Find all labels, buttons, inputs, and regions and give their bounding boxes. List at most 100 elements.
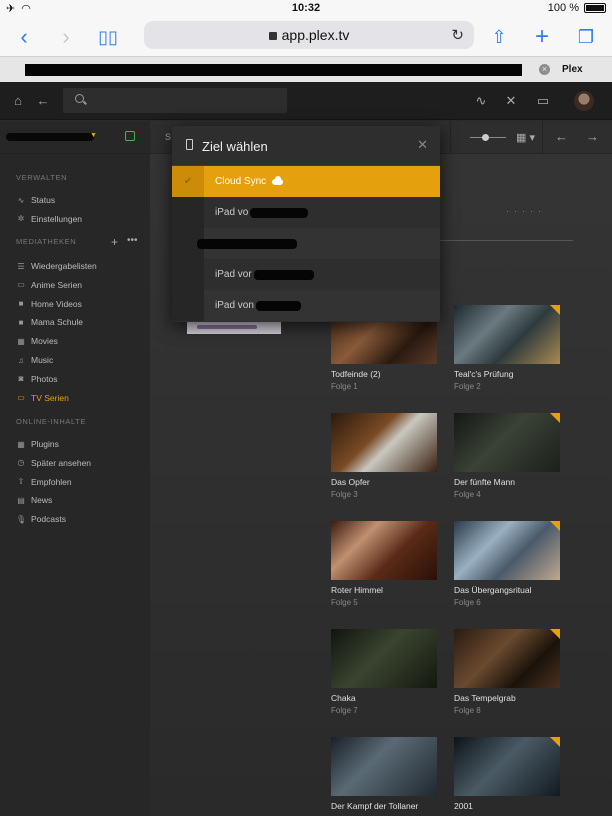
chevron-down-icon: ▼	[90, 132, 97, 139]
episode-title[interactable]: Das Tempelgrab	[454, 693, 560, 703]
episode-thumbnail[interactable]	[454, 521, 560, 580]
redacted-tab[interactable]	[25, 64, 522, 76]
sidebar-item[interactable]: ▦ Movies	[16, 334, 58, 348]
sidebar-item[interactable]: ☰ Wiedergabelisten	[16, 259, 96, 273]
activity-icon[interactable]: ∿	[473, 93, 489, 109]
episode-thumbnail[interactable]	[331, 521, 437, 580]
target-option[interactable]: iPad vo	[172, 197, 440, 228]
episode-title[interactable]: Roter Himmel	[331, 585, 437, 595]
secure-lock-icon	[125, 131, 135, 141]
episode-title[interactable]: Todfeinde (2)	[331, 369, 437, 379]
sidebar-item[interactable]: ⇧ Empfohlen	[16, 475, 72, 489]
season-poster[interactable]	[187, 321, 281, 334]
episode-card[interactable]: Das Tempelgrab Folge 8	[454, 629, 560, 715]
sidebar-item[interactable]: ■ Mama Schule	[16, 315, 83, 329]
cast-icon[interactable]: ▭	[535, 93, 551, 109]
bookmarks-icon[interactable]: ▯▯	[95, 22, 121, 52]
dialog-title: Ziel wählen	[202, 139, 268, 154]
redacted-device-name	[197, 238, 297, 249]
target-option[interactable]: ✔ Cloud Sync	[172, 166, 440, 197]
episode-number: Folge 6	[454, 598, 481, 607]
more-icon[interactable]: •••	[127, 235, 138, 246]
episode-card[interactable]: Der fünfte Mann Folge 4	[454, 413, 560, 499]
music-icon: ♫	[18, 355, 24, 365]
episode-thumbnail[interactable]	[454, 737, 560, 796]
episode-title[interactable]: Chaka	[331, 693, 437, 703]
address-bar[interactable]: app.plex.tv ↻	[144, 21, 474, 49]
reload-icon[interactable]: ↻	[451, 26, 464, 44]
avatar[interactable]	[574, 91, 594, 111]
zoom-slider[interactable]	[470, 134, 506, 141]
share-icon[interactable]: ⇧	[488, 22, 510, 52]
sidebar-item[interactable]: ▭ TV Serien	[16, 391, 69, 405]
server-selector[interactable]: ▼	[0, 121, 150, 154]
unwatched-badge	[550, 413, 560, 423]
target-option[interactable]	[172, 228, 440, 259]
check-icon: ✔	[172, 166, 204, 197]
episode-thumbnail[interactable]	[331, 413, 437, 472]
add-library-icon[interactable]: +	[111, 235, 118, 249]
tabs-icon[interactable]: ❐	[575, 22, 597, 52]
sidebar-item[interactable]: ♫ Music	[16, 353, 53, 367]
next-arrow-icon[interactable]: →	[586, 129, 599, 144]
episode-title[interactable]: Der fünfte Mann	[454, 477, 560, 487]
episode-title[interactable]: Teal'c's Prüfung	[454, 369, 560, 379]
sidebar-item-label: Plugins	[31, 439, 59, 449]
episode-card[interactable]: Chaka Folge 7	[331, 629, 437, 715]
episode-title[interactable]: Der Kampf der Tollaner	[331, 801, 437, 811]
episode-card[interactable]: Teal'c's Prüfung Folge 2	[454, 305, 560, 391]
newspaper-icon: ▤	[17, 495, 25, 505]
tv-icon: ▭	[17, 393, 25, 403]
target-option[interactable]: iPad vor	[172, 259, 440, 290]
list-icon: ☰	[17, 261, 25, 271]
close-icon[interactable]: ✕	[417, 137, 428, 153]
back-icon[interactable]: ‹	[14, 22, 34, 52]
episode-card[interactable]: Das Opfer Folge 3	[331, 413, 437, 499]
target-option[interactable]: iPad von	[172, 290, 440, 321]
episode-card[interactable]: 2001	[454, 737, 560, 814]
close-tab-icon[interactable]: ×	[539, 64, 550, 75]
sidebar-item-label: Movies	[31, 336, 58, 347]
episode-number: Folge 8	[454, 706, 481, 715]
back-arrow-icon[interactable]: ←	[35, 93, 51, 109]
sidebar-item-label: Empfohlen	[31, 476, 72, 487]
sidebar-item[interactable]: ▭ Anime Serien	[16, 278, 82, 292]
episode-title[interactable]: Das Übergangsritual	[454, 585, 560, 595]
sidebar-item[interactable]: 🎙 Podcasts	[16, 512, 66, 526]
redacted-device-name	[255, 300, 301, 311]
target-option-label: Cloud Sync	[215, 176, 267, 187]
film-icon: ▦	[17, 336, 25, 346]
sidebar-item[interactable]: ▤ News	[16, 493, 52, 507]
share-icon: ⇧	[17, 477, 25, 487]
sidebar-item[interactable]: ✲ Einstellungen	[16, 212, 82, 226]
episode-card[interactable]: Der Kampf der Tollaner	[331, 737, 437, 814]
search-icon	[75, 94, 84, 103]
tab-plex[interactable]: Plex	[562, 64, 583, 75]
sidebar-item[interactable]: ▦ Plugins	[16, 437, 59, 451]
episode-thumbnail[interactable]	[331, 629, 437, 688]
monitor-icon: ▭	[17, 280, 25, 290]
sidebar-item[interactable]: ■ Home Videos	[16, 297, 82, 311]
episode-thumbnail[interactable]	[454, 413, 560, 472]
prev-arrow-icon[interactable]: ←	[555, 129, 568, 144]
camera-icon: ■	[18, 317, 24, 327]
episode-thumbnail[interactable]	[454, 305, 560, 364]
episode-title[interactable]: Das Opfer	[331, 477, 437, 487]
search-input[interactable]	[63, 88, 287, 113]
sidebar-item[interactable]: ∿ Status	[16, 193, 55, 207]
sidebar-item[interactable]: ◷ Später ansehen	[16, 456, 92, 470]
settings-tools-icon[interactable]: ✕	[503, 93, 519, 109]
redacted-server-name	[6, 133, 94, 141]
forward-icon[interactable]: ›	[56, 22, 76, 52]
home-icon[interactable]: ⌂	[10, 93, 26, 109]
episode-thumbnail[interactable]	[331, 737, 437, 796]
grid-view-icon[interactable]: ▦ ▾	[516, 131, 535, 144]
episode-thumbnail[interactable]	[454, 629, 560, 688]
sidebar-section-title: ONLINE-INHALTE	[16, 417, 86, 426]
episode-card[interactable]: Roter Himmel Folge 5	[331, 521, 437, 607]
new-tab-icon[interactable]: +	[531, 22, 553, 52]
sidebar-item[interactable]: ◙ Photos	[16, 372, 58, 386]
episode-title[interactable]: 2001	[454, 801, 560, 811]
episode-card[interactable]: Das Übergangsritual Folge 6	[454, 521, 560, 607]
clock-icon: ◷	[17, 458, 25, 468]
